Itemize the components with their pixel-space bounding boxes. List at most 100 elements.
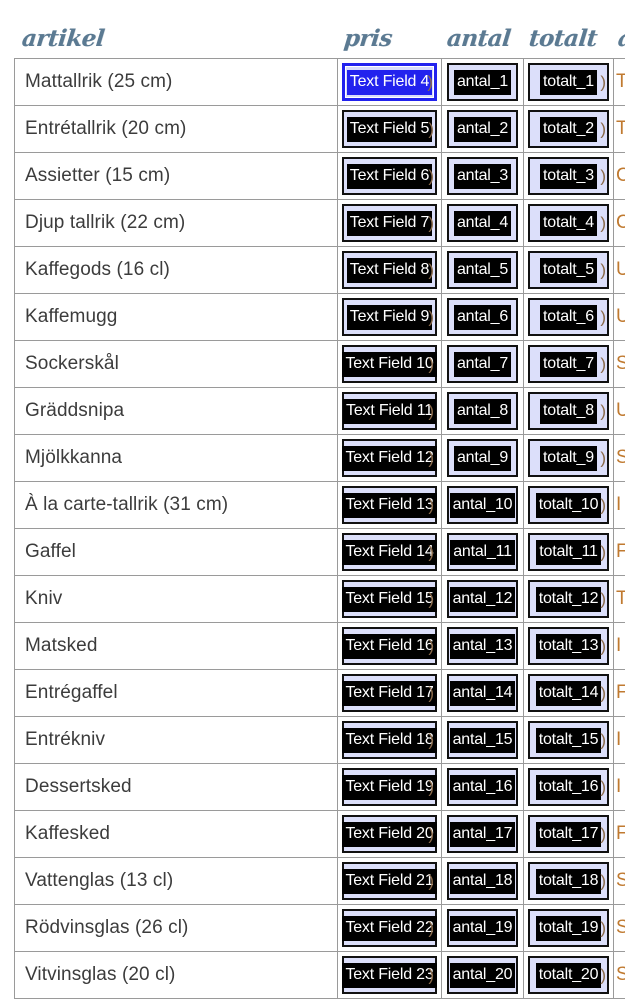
cell-partial-column: S — [613, 434, 625, 482]
antal-field[interactable]: antal_3 — [447, 157, 518, 195]
pris-field-name-tag: Text Field 9 — [346, 304, 433, 330]
antal-field-name-tag: antal_5 — [453, 257, 512, 283]
totalt-field[interactable]: totalt_10) — [528, 486, 609, 524]
antal-field[interactable]: antal_14 — [447, 674, 518, 712]
totalt-field[interactable]: totalt_16) — [528, 768, 609, 806]
antal-field[interactable]: antal_10 — [447, 486, 518, 524]
totalt-field[interactable]: totalt_15) — [528, 721, 609, 759]
totalt-field-name-tag: totalt_10 — [535, 492, 602, 518]
pris-field[interactable]: Text Field 21) — [342, 862, 437, 900]
totalt-field[interactable]: totalt_5) — [528, 251, 609, 289]
pris-field[interactable]: Text Field 6) — [342, 157, 437, 195]
cell-antal: antal_4 — [441, 199, 524, 247]
partial-column-text: U — [616, 259, 625, 281]
totalt-field[interactable]: totalt_9) — [528, 439, 609, 477]
pris-field-selected[interactable]: Text Field 4) — [342, 63, 437, 101]
artikel-label: Entrékniv — [25, 729, 106, 750]
antal-field[interactable]: antal_15 — [447, 721, 518, 759]
cell-artikel: Mjölkkanna — [14, 434, 338, 482]
totalt-field[interactable]: totalt_11) — [528, 533, 609, 571]
totalt-field[interactable]: totalt_18) — [528, 862, 609, 900]
table-row: Mjölkkanna Text Field 12) antal_9 totalt_9)… — [14, 434, 625, 482]
partial-column-text: C — [616, 212, 625, 234]
pris-field[interactable]: Text Field 16) — [342, 627, 437, 665]
pris-field-name-tag: Text Field 10 — [342, 351, 437, 377]
cell-pris: Text Field 20) — [337, 810, 442, 858]
pris-field-name-tag: Text Field 20 — [342, 821, 437, 847]
partial-column-text: I — [616, 729, 622, 750]
partial-column-text: I — [616, 776, 622, 797]
totalt-field[interactable]: totalt_13) — [528, 627, 609, 665]
pris-field[interactable]: Text Field 18) — [342, 721, 437, 759]
pris-field[interactable]: Text Field 10) — [342, 345, 437, 383]
cell-totalt: totalt_17) — [523, 810, 614, 858]
artikel-label: Kaffemugg — [25, 306, 118, 327]
antal-field[interactable]: antal_16 — [447, 768, 518, 806]
antal-field[interactable]: antal_20 — [447, 956, 518, 994]
table-row: Dessertsked Text Field 19) antal_16 totalt_… — [14, 763, 625, 811]
pris-field[interactable]: Text Field 23) — [342, 956, 437, 994]
artikel-label: Mjölkkanna — [25, 447, 123, 468]
antal-field[interactable]: antal_19 — [447, 909, 518, 947]
totalt-field[interactable]: totalt_19) — [528, 909, 609, 947]
totalt-field[interactable]: totalt_20) — [528, 956, 609, 994]
cell-pris: Text Field 11) — [337, 387, 442, 435]
cell-partial-column: S — [613, 857, 625, 905]
table-row: Rödvinsglas (26 cl) Text Field 22) antal_1… — [14, 904, 625, 952]
partial-column-text: S — [616, 964, 625, 986]
pris-field[interactable]: Text Field 22) — [342, 909, 437, 947]
antal-field[interactable]: antal_13 — [447, 627, 518, 665]
totalt-field-name-tag: totalt_19 — [535, 915, 602, 941]
totalt-field[interactable]: totalt_3) — [528, 157, 609, 195]
cell-antal: antal_3 — [441, 152, 524, 200]
totalt-field[interactable]: totalt_4) — [528, 204, 609, 242]
totalt-field[interactable]: totalt_14) — [528, 674, 609, 712]
pris-field[interactable]: Text Field 19) — [342, 768, 437, 806]
antal-field[interactable]: antal_2 — [447, 110, 518, 148]
antal-field[interactable]: antal_4 — [447, 204, 518, 242]
pris-field[interactable]: Text Field 8) — [342, 251, 437, 289]
pris-field-name-tag: Text Field 14 — [342, 539, 437, 565]
antal-field[interactable]: antal_11 — [447, 533, 518, 571]
pris-field[interactable]: Text Field 13) — [342, 486, 437, 524]
cell-antal: antal_7 — [441, 340, 524, 388]
totalt-field[interactable]: totalt_6) — [528, 298, 609, 336]
antal-field[interactable]: antal_8 — [447, 392, 518, 430]
totalt-field[interactable]: totalt_8) — [528, 392, 609, 430]
totalt-field[interactable]: totalt_12) — [528, 580, 609, 618]
antal-field-name-tag: antal_12 — [449, 586, 516, 612]
totalt-field-name-tag: totalt_16 — [535, 774, 602, 800]
antal-field[interactable]: antal_7 — [447, 345, 518, 383]
pris-field[interactable]: Text Field 15) — [342, 580, 437, 618]
cell-totalt: totalt_13) — [523, 622, 614, 670]
cell-partial-column: I — [613, 481, 625, 529]
antal-field-name-tag: antal_20 — [449, 962, 516, 988]
column-headers: artikel pris antal totalt a — [0, 0, 625, 58]
cell-totalt: totalt_4) — [523, 199, 614, 247]
pris-field[interactable]: Text Field 17) — [342, 674, 437, 712]
cell-totalt: totalt_6) — [523, 293, 614, 341]
pris-field[interactable]: Text Field 12) — [342, 439, 437, 477]
partial-column-text: F — [616, 682, 625, 704]
antal-field[interactable]: antal_6 — [447, 298, 518, 336]
cell-pris: Text Field 17) — [337, 669, 442, 717]
totalt-field-name-tag: totalt_1 — [540, 69, 597, 95]
pris-field[interactable]: Text Field 9) — [342, 298, 437, 336]
antal-field[interactable]: antal_18 — [447, 862, 518, 900]
partial-column-text: S — [616, 917, 625, 939]
antal-field[interactable]: antal_9 — [447, 439, 518, 477]
totalt-field[interactable]: totalt_17) — [528, 815, 609, 853]
field-overflow-marker: ) — [600, 401, 606, 421]
totalt-field[interactable]: totalt_1) — [528, 63, 609, 101]
totalt-field[interactable]: totalt_2) — [528, 110, 609, 148]
pris-field[interactable]: Text Field 20) — [342, 815, 437, 853]
pris-field[interactable]: Text Field 7) — [342, 204, 437, 242]
pris-field[interactable]: Text Field 14) — [342, 533, 437, 571]
antal-field[interactable]: antal_12 — [447, 580, 518, 618]
pris-field[interactable]: Text Field 11) — [342, 392, 437, 430]
antal-field[interactable]: antal_1 — [447, 63, 518, 101]
pris-field[interactable]: Text Field 5) — [342, 110, 437, 148]
antal-field[interactable]: antal_5 — [447, 251, 518, 289]
totalt-field[interactable]: totalt_7) — [528, 345, 609, 383]
antal-field[interactable]: antal_17 — [447, 815, 518, 853]
